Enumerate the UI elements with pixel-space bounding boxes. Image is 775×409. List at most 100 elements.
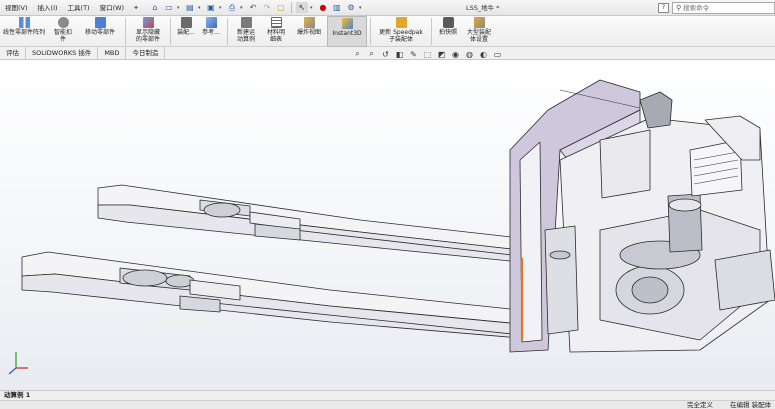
select-cursor-icon[interactable]: ↖ [295,2,308,13]
reference-triad [8,352,28,375]
motion-study-tab[interactable]: 动算例 1 [0,391,34,400]
file-properties-icon[interactable]: ▥ [331,2,343,13]
search-box: ⚲ [672,2,775,14]
document-title: LSS_地牛 * [466,4,500,12]
smart-fasteners-label-2: 件 [59,36,66,43]
reference-geometry-label: 参考... [202,29,220,36]
bom-label: 材料明 [266,29,285,36]
traffic-light-icon[interactable]: ● [317,2,329,13]
ribbon-separator [170,18,171,45]
search-input[interactable] [683,4,764,12]
undo-icon[interactable]: ↶ [247,2,259,13]
print-icon[interactable]: ⎙ [226,2,238,13]
smart-fasteners-button[interactable]: 智能扣 件 [48,16,78,47]
display-style-icon[interactable]: ◩ [436,50,447,59]
view-settings-icon[interactable]: ▭ [492,50,503,59]
show-hidden-icon [142,17,154,28]
update-speedpak-button[interactable]: 更新 Speedpak 子装配体 [374,16,428,47]
move-component-button[interactable]: 移动零部件 [78,16,122,47]
move-component-label: 移动零部件 [84,29,115,36]
camera-icon [442,17,454,28]
ribbon-separator [370,18,371,45]
menu-tools[interactable]: 工具(T) [63,0,95,16]
zoom-to-fit-icon[interactable]: ⌕ [352,49,363,59]
menu-window[interactable]: 窗口(W) [95,0,130,16]
new-motion-study-button[interactable]: 新建运 动算例 [231,16,261,47]
linear-pattern-icon [18,17,30,28]
pallet-truck-model [8,79,775,375]
smart-fasteners-icon [57,17,69,28]
print-dropdown-icon[interactable]: ▾ [240,5,245,11]
assembly-features-button[interactable]: 装配... [174,16,198,47]
reference-geometry-icon [205,17,217,28]
take-snapshot-label: 拍快照 [438,29,457,36]
status-editing: 在编辑 装配体 [730,401,772,409]
new-motion-study-label-2: 动算例 [236,36,255,43]
status-fully-defined: 完全定义 [687,401,713,409]
toolbar-separator [290,2,292,13]
view-orientation-icon[interactable]: ⬚ [422,50,433,59]
graphics-area[interactable] [0,60,775,390]
exploded-view-label: 爆炸视图 [296,29,321,36]
save-icon[interactable]: ▣ [205,2,217,13]
motion-study-icon [240,17,252,28]
options-icon[interactable]: ⚙ [345,2,357,13]
lower-fork [21,251,521,339]
dynamic-annotation-icon[interactable]: ✎ [408,50,419,59]
command-manager-ribbon: 线性零部件阵列 智能扣 件 移动零部件 显示隐藏 的零部件 装配... 参考..… [0,16,775,47]
bom-table-icon [270,17,282,28]
hide-show-items-icon[interactable]: ◉ [450,50,461,59]
section-view-icon[interactable]: ◧ [394,50,405,59]
linear-pattern-button[interactable]: 线性零部件阵列 [0,16,48,47]
open-dropdown-icon[interactable]: ▾ [198,5,203,11]
ribbon-separator [431,18,432,45]
heads-up-view-toolbar: ⌕ ⌕ ↺ ◧ ✎ ⬚ ◩ ◉ ◍ ◐ ▭ [352,49,503,59]
upper-fork [97,184,521,263]
reference-geometry-button[interactable]: 参考... [198,16,224,47]
exploded-view-icon [303,17,315,28]
edit-appearance-icon[interactable]: ◍ [464,50,475,59]
apply-scene-icon[interactable]: ◐ [478,50,489,59]
show-hidden-label: 显示隐藏 [135,29,160,36]
redo-icon[interactable]: ↷ [261,2,273,13]
bill-of-materials-button[interactable]: 材料明 细表 [261,16,291,47]
tab-mbd[interactable]: MBD [98,47,127,59]
tab-evaluate[interactable]: 评估 [0,47,26,59]
select-dropdown-icon[interactable]: ▾ [310,5,315,11]
assembly-features-label: 装配... [177,29,195,36]
large-assembly-label-2: 体设置 [469,36,488,43]
help-icon[interactable]: ? [658,3,669,13]
tab-manufacturing-today[interactable]: 今日制造 [126,47,166,59]
open-folder-icon[interactable]: ▤ [184,2,196,13]
instant3d-label: Instant3D [332,30,362,37]
previous-view-icon[interactable]: ↺ [380,50,391,59]
tab-solidworks-addins[interactable]: SOLIDWORKS 插件 [26,47,99,59]
large-assembly-settings-button[interactable]: 大型装配 体设置 [461,16,497,47]
options-dropdown-icon[interactable]: ▾ [359,5,364,11]
show-hidden-components-button[interactable]: 显示隐藏 的零部件 [129,16,167,47]
smart-fasteners-label: 智能扣 [53,29,72,36]
update-speedpak-label-2: 子装配体 [388,36,413,43]
new-document-icon[interactable]: ▭ [163,2,175,13]
exploded-view-button[interactable]: 爆炸视图 [291,16,327,47]
show-hidden-label-2: 的零部件 [135,36,160,43]
status-bar: 完全定义 在编辑 装配体 [0,400,775,409]
save-dropdown-icon[interactable]: ▾ [219,5,224,11]
new-dropdown-icon[interactable]: ▾ [177,5,182,11]
instant3d-button[interactable]: Instant3D [327,16,367,47]
bom-label-2: 细表 [269,36,282,43]
instant3d-icon [341,18,353,29]
menu-view[interactable]: 视图(V) [0,0,33,16]
menu-insert[interactable]: 插入(I) [33,0,63,16]
zoom-to-area-icon[interactable]: ⌕ [366,49,377,59]
search-icon: ⚲ [676,4,682,12]
model-tab-strip: 动算例 1 [0,390,775,400]
pin-menu-icon[interactable]: ✦ [129,4,143,12]
large-assembly-label: 大型装配 [466,29,491,36]
title-menu-bar: 视图(V) 插入(I) 工具(T) 窗口(W) ✦ ⌂ ▭ ▾ ▤ ▾ ▣ ▾ … [0,0,775,16]
ribbon-separator [125,18,126,45]
ribbon-separator [227,18,228,45]
take-snapshot-button[interactable]: 拍快照 [435,16,461,47]
home-icon[interactable]: ⌂ [149,2,161,13]
rebuild-icon[interactable]: ▢ [275,2,287,13]
